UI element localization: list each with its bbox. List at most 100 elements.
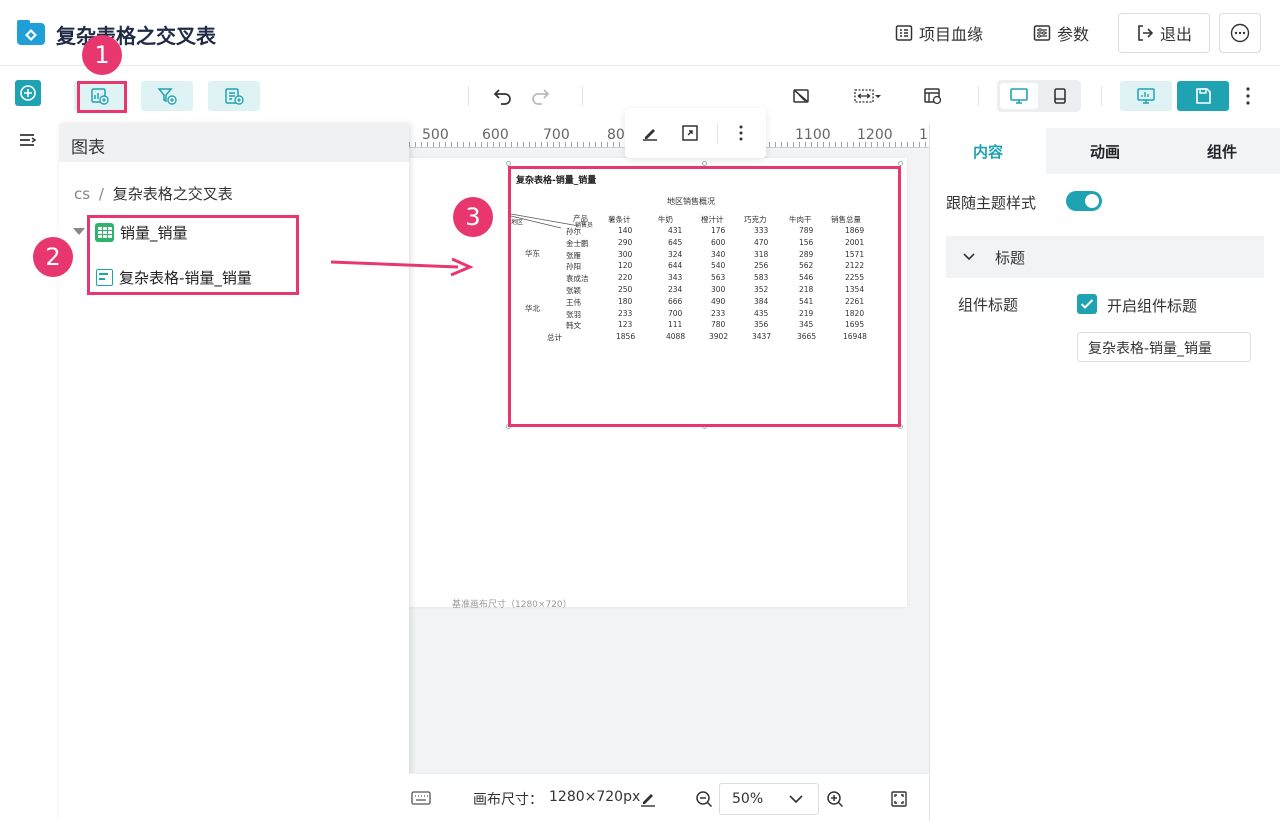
ruler-tick <box>793 142 794 147</box>
floatbar-divider <box>717 123 718 143</box>
ruler-tick <box>421 142 422 147</box>
section-title: 标题 <box>995 249 1026 267</box>
toolbar-divider <box>468 86 469 106</box>
edit-widget-button[interactable] <box>639 122 661 144</box>
widget-more-button[interactable] <box>730 122 752 144</box>
outline-list-icon[interactable] <box>18 132 38 150</box>
mobile-view-button[interactable] <box>1041 83 1079 109</box>
ruler-tick <box>487 142 488 147</box>
toolbar-divider <box>582 86 583 106</box>
exit-button[interactable]: 退出 <box>1118 13 1210 53</box>
clear-style-icon <box>793 89 809 103</box>
ruler-tick <box>775 142 776 147</box>
ruler-tick <box>547 142 548 147</box>
align-dropdown-button[interactable] <box>852 84 884 108</box>
add-component-button[interactable] <box>15 80 41 106</box>
ruler-tick <box>877 142 878 147</box>
widget-title-input[interactable]: 复杂表格-销量_销量 <box>1077 332 1251 362</box>
ruler-tick <box>889 142 890 147</box>
exit-icon <box>1138 25 1154 41</box>
ruler-tick <box>901 142 902 147</box>
ruler-tick <box>595 142 596 147</box>
canvas-size-value: 1280×720px <box>549 789 641 805</box>
expand-caret-icon[interactable] <box>73 228 85 235</box>
ruler-tick <box>853 142 854 147</box>
add-text-icon <box>225 88 244 105</box>
ruler-tick <box>463 142 464 147</box>
redo-button[interactable] <box>527 84 553 108</box>
title-section-header[interactable]: 标题 <box>946 236 1264 278</box>
ruler-tick <box>517 142 518 147</box>
check-icon <box>1080 299 1094 309</box>
more-options-button[interactable] <box>1219 13 1261 53</box>
clear-format-button[interactable] <box>788 84 814 108</box>
ruler-label: 80 <box>607 127 625 143</box>
layer-settings-button[interactable] <box>920 84 946 108</box>
annotation-arrow <box>330 257 473 277</box>
ruler-tick <box>541 142 542 147</box>
fullscreen-widget-button[interactable] <box>679 122 701 144</box>
zoom-in-icon[interactable] <box>826 790 844 808</box>
ruler-tick <box>439 142 440 147</box>
ruler-tick <box>871 142 872 147</box>
toolbar-divider <box>1101 86 1102 106</box>
fit-screen-icon[interactable] <box>890 790 908 808</box>
ruler-tick <box>913 142 914 147</box>
ruler-tick <box>577 142 578 147</box>
lineage-icon <box>895 25 913 41</box>
ruler-tick <box>601 142 602 147</box>
tab-content[interactable]: 内容 <box>930 128 1046 174</box>
ruler-tick <box>511 142 512 147</box>
step-marker-1: 1 <box>82 35 122 75</box>
app-logo-icon <box>17 20 45 45</box>
preview-button[interactable] <box>1120 81 1172 111</box>
zoom-value: 50% <box>732 791 764 807</box>
zoom-out-icon[interactable] <box>695 790 713 808</box>
tab-component[interactable]: 组件 <box>1164 128 1280 174</box>
breadcrumb: cs / 复杂表格之交叉表 <box>74 183 233 204</box>
params-button[interactable]: 参数 <box>1033 20 1089 46</box>
ruler-tick <box>613 142 614 147</box>
ruler-tick <box>559 142 560 147</box>
ruler-tick <box>433 142 434 147</box>
ruler-tick <box>451 142 452 147</box>
highlight-box-widget <box>508 166 901 427</box>
breadcrumb-root[interactable]: cs <box>74 185 90 203</box>
undo-button[interactable] <box>490 84 516 108</box>
ruler-label: 1100 <box>795 127 831 143</box>
chevron-down-icon <box>963 253 975 261</box>
tab-animation[interactable]: 动画 <box>1047 128 1163 174</box>
ruler-tick <box>583 142 584 147</box>
highlight-box-tree <box>87 215 299 295</box>
save-icon <box>1196 88 1211 104</box>
page-size-caption: 基准画布尺寸（1280×720） <box>452 600 572 610</box>
chevron-down-icon <box>789 795 803 804</box>
preview-icon <box>1137 88 1155 104</box>
toolbar-divider <box>978 86 979 106</box>
add-text-component-button[interactable] <box>208 81 260 111</box>
ruler-tick <box>895 142 896 147</box>
ruler-label: 600 <box>482 127 509 143</box>
edit-size-icon[interactable] <box>639 790 657 808</box>
ruler-tick <box>553 142 554 147</box>
add-filter-button[interactable] <box>141 81 193 111</box>
ruler-tick <box>475 142 476 147</box>
toolbar-more-icon[interactable] <box>1242 86 1254 106</box>
step-marker-2: 2 <box>33 237 73 277</box>
chart-panel-title: 图表 <box>71 138 105 158</box>
ruler-tick <box>493 142 494 147</box>
project-lineage-button[interactable]: 项目血缘 <box>895 20 983 46</box>
zoom-select[interactable]: 50% <box>719 783 819 815</box>
ruler-tick <box>529 142 530 147</box>
follow-theme-toggle[interactable] <box>1066 191 1102 211</box>
properties-tabs: 内容 动画 组件 <box>930 128 1280 174</box>
keyboard-icon[interactable] <box>411 791 431 805</box>
enable-title-checkbox[interactable] <box>1077 294 1097 314</box>
ruler-tick <box>787 142 788 147</box>
save-button[interactable] <box>1177 81 1229 111</box>
breadcrumb-current: 复杂表格之交叉表 <box>112 185 233 203</box>
plus-circle-icon <box>20 85 36 101</box>
ruler-tick <box>823 142 824 147</box>
ruler-label: 1200 <box>857 127 893 143</box>
desktop-view-button[interactable] <box>1000 83 1038 109</box>
